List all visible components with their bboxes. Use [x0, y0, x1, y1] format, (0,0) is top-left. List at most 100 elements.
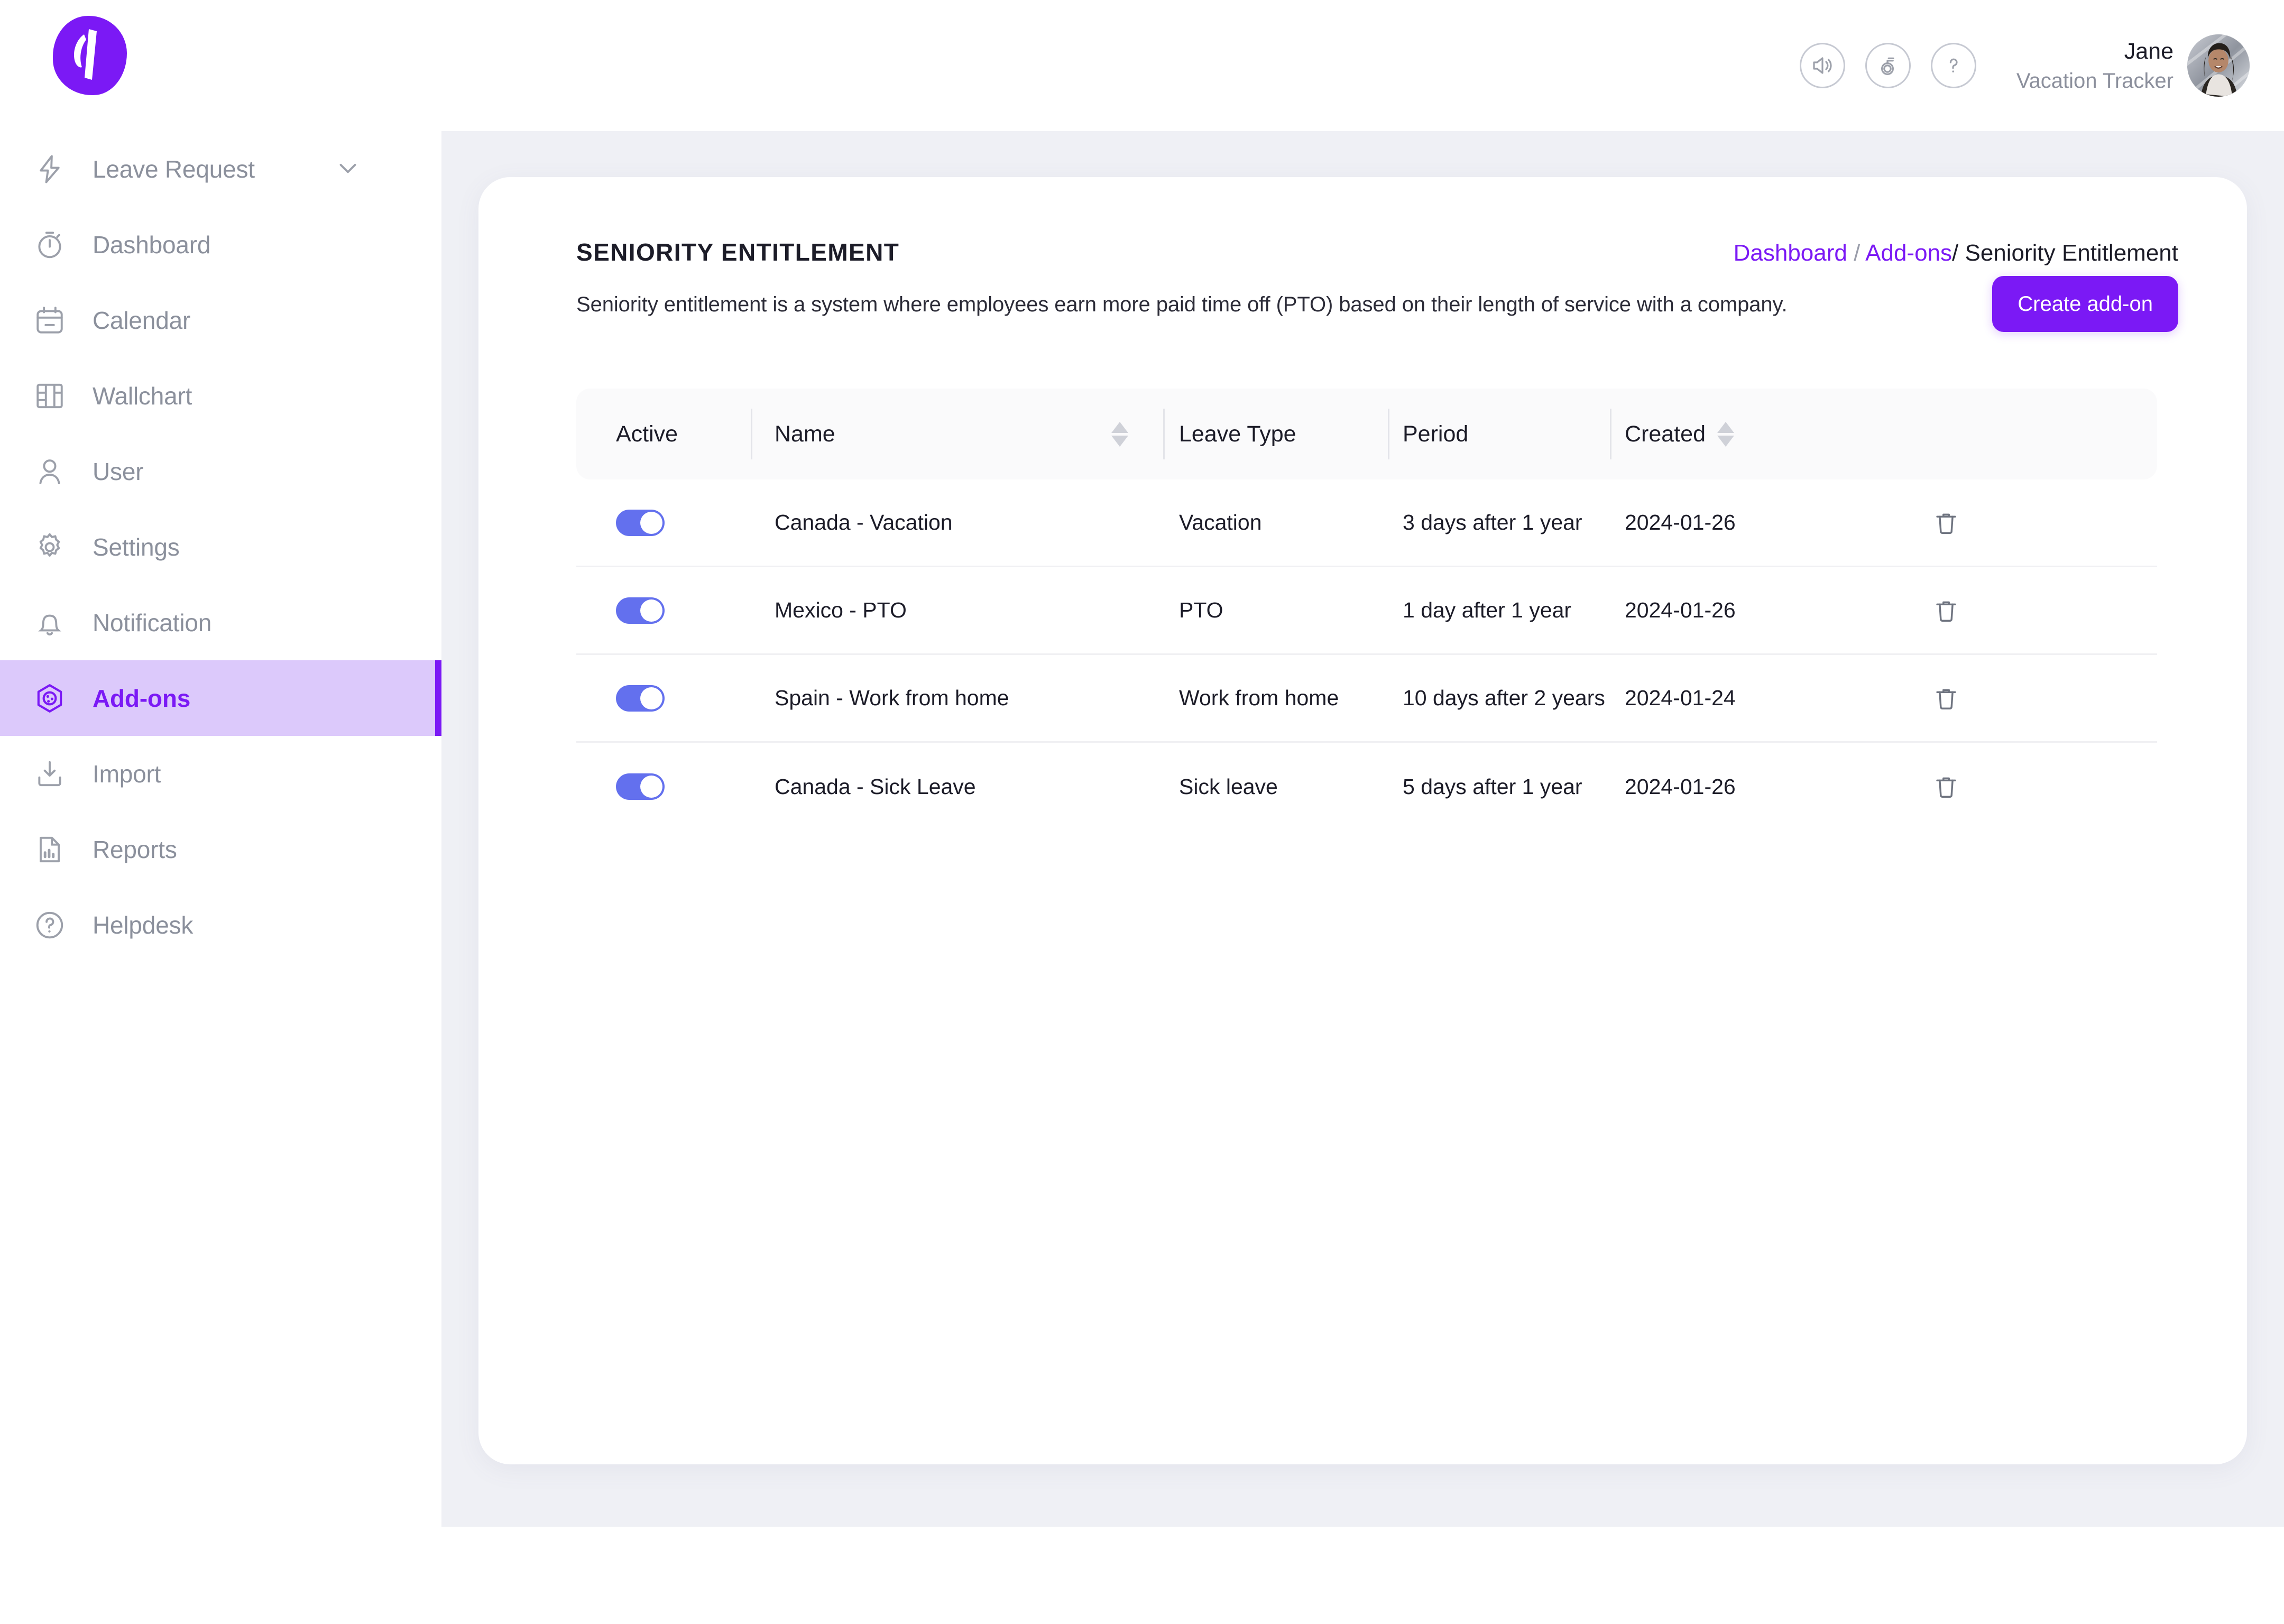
sort-arrows-icon[interactable] — [1717, 421, 1734, 447]
sidebar-item-label: Dashboard — [93, 230, 211, 259]
top-bar-right: Jane Vacation Tracker — [1799, 0, 2250, 131]
cell-period: 3 days after 1 year — [1403, 510, 1582, 534]
cell-name: Canada - Vacation — [775, 510, 953, 534]
breadcrumb-separator: / — [1952, 240, 1965, 266]
sidebar-item-label: Reports — [93, 835, 177, 863]
cell-actions — [1885, 509, 2157, 537]
sidebar-item-calendar[interactable]: Calendar — [0, 282, 441, 358]
active-toggle[interactable] — [616, 509, 665, 536]
table-row: Canada - Sick Leave Sick leave 5 days af… — [576, 743, 2157, 831]
column-header-label: Period — [1403, 421, 1469, 447]
seniority-entitlement-table: Active Name Leave Type Period Created Ca… — [576, 389, 2157, 831]
bolt-icon — [32, 151, 68, 187]
logo-blob-icon — [53, 16, 127, 95]
sidebar-item-leave-request[interactable]: Leave Request — [0, 131, 441, 207]
cell-created: 2024-01-26 — [1625, 774, 1736, 799]
active-toggle[interactable] — [616, 773, 665, 800]
cell-leave-type: Vacation — [1179, 510, 1262, 534]
sidebar-item-reports[interactable]: Reports — [0, 811, 441, 887]
column-header-label: Created — [1625, 421, 1706, 447]
cell-active — [576, 773, 751, 800]
cell-leave-type: PTO — [1179, 598, 1223, 622]
gear-icon — [32, 529, 68, 565]
cell-period: 5 days after 1 year — [1403, 774, 1582, 799]
table-row: Mexico - PTO PTO 1 day after 1 year 2024… — [576, 567, 2157, 655]
cell-created: 2024-01-24 — [1625, 686, 1736, 710]
reports-doc-icon — [32, 832, 68, 868]
sidebar-item-notification[interactable]: Notification — [0, 585, 441, 660]
column-header-created[interactable]: Created — [1610, 389, 1885, 479]
sort-ascending-icon[interactable] — [1111, 421, 1128, 433]
sidebar-item-add-ons[interactable]: Add-ons — [0, 660, 441, 736]
breadcrumb-link-dashboard[interactable]: Dashboard — [1734, 240, 1847, 266]
sort-descending-icon[interactable] — [1111, 435, 1128, 447]
sidebar-item-label: Leave Request — [93, 155, 255, 183]
sidebar-item-label: Wallchart — [93, 382, 192, 410]
sidebar-item-import[interactable]: Import — [0, 736, 441, 811]
whats-new-badge-icon[interactable] — [1865, 43, 1911, 88]
column-header-label: Name — [775, 421, 835, 447]
addons-hex-icon — [32, 680, 68, 716]
column-header-actions — [1885, 389, 2157, 479]
seniority-entitlement-card: SENIORITY ENTITLEMENT Dashboard / Add-on… — [478, 177, 2247, 1464]
stopwatch-icon — [32, 227, 68, 263]
help-question-icon[interactable] — [1930, 43, 1976, 88]
sidebar-item-wallchart[interactable]: Wallchart — [0, 358, 441, 433]
avatar-image — [2187, 34, 2250, 97]
user-text: Jane Vacation Tracker — [2016, 36, 2174, 95]
sort-ascending-icon[interactable] — [1717, 421, 1734, 433]
column-divider — [1163, 409, 1165, 459]
wallchart-icon — [32, 378, 68, 414]
sort-control-name[interactable] — [1100, 389, 1163, 479]
cell-period: 1 day after 1 year — [1403, 598, 1572, 622]
active-toggle[interactable] — [616, 685, 665, 712]
user-name: Jane — [2124, 38, 2174, 64]
column-divider — [751, 409, 752, 459]
sidebar-item-user[interactable]: User — [0, 433, 441, 509]
column-divider — [1388, 409, 1389, 459]
cell-actions — [1885, 685, 2157, 712]
cell-active — [576, 509, 751, 536]
sort-descending-icon[interactable] — [1717, 435, 1734, 447]
sidebar-item-label: Notification — [93, 608, 212, 636]
logo-v-glyph — [73, 29, 97, 80]
active-toggle[interactable] — [616, 597, 665, 624]
sidebar-item-label: Calendar — [93, 306, 191, 334]
column-divider — [1610, 409, 1611, 459]
sidebar-item-label: Settings — [93, 533, 180, 561]
breadcrumb-separator: / — [1847, 240, 1866, 266]
sidebar: Leave Request Dashboard Calendar Wallcha… — [0, 131, 441, 1527]
announcement-speaker-icon[interactable] — [1799, 43, 1845, 88]
breadcrumb-link-add-ons[interactable]: Add-ons — [1865, 240, 1952, 266]
sort-arrows-icon[interactable] — [1111, 421, 1128, 447]
user-menu[interactable]: Jane Vacation Tracker — [2016, 34, 2250, 97]
chevron-down-icon[interactable] — [334, 153, 362, 184]
trash-icon[interactable] — [1932, 773, 1960, 800]
avatar[interactable] — [2187, 34, 2250, 97]
trash-icon[interactable] — [1932, 597, 1960, 624]
user-icon — [32, 454, 68, 490]
cell-active — [576, 685, 751, 712]
sidebar-item-label: Helpdesk — [93, 911, 194, 939]
sidebar-item-dashboard[interactable]: Dashboard — [0, 207, 441, 282]
cell-actions — [1885, 773, 2157, 800]
helpdesk-question-icon — [32, 907, 68, 943]
table-row: Canada - Vacation Vacation 3 days after … — [576, 479, 2157, 567]
trash-icon[interactable] — [1932, 509, 1960, 537]
cell-created: 2024-01-26 — [1625, 598, 1736, 622]
column-header-name[interactable]: Name — [751, 389, 1100, 479]
sidebar-item-settings[interactable]: Settings — [0, 509, 441, 585]
breadcrumb: Dashboard / Add-ons/ Seniority Entitleme… — [1734, 240, 2178, 266]
app-logo[interactable] — [50, 16, 130, 95]
bell-icon — [32, 605, 68, 641]
create-add-on-button[interactable]: Create add-on — [1992, 276, 2178, 332]
cell-period: 10 days after 2 years — [1403, 686, 1605, 710]
column-header-active: Active — [576, 389, 751, 479]
column-header-period: Period — [1388, 389, 1610, 479]
column-header-leave-type: Leave Type — [1163, 389, 1388, 479]
table-row: Spain - Work from home Work from home 10… — [576, 655, 2157, 743]
cell-leave-type: Work from home — [1179, 686, 1339, 710]
cell-name: Canada - Sick Leave — [775, 774, 976, 799]
trash-icon[interactable] — [1932, 685, 1960, 712]
sidebar-item-helpdesk[interactable]: Helpdesk — [0, 887, 441, 963]
